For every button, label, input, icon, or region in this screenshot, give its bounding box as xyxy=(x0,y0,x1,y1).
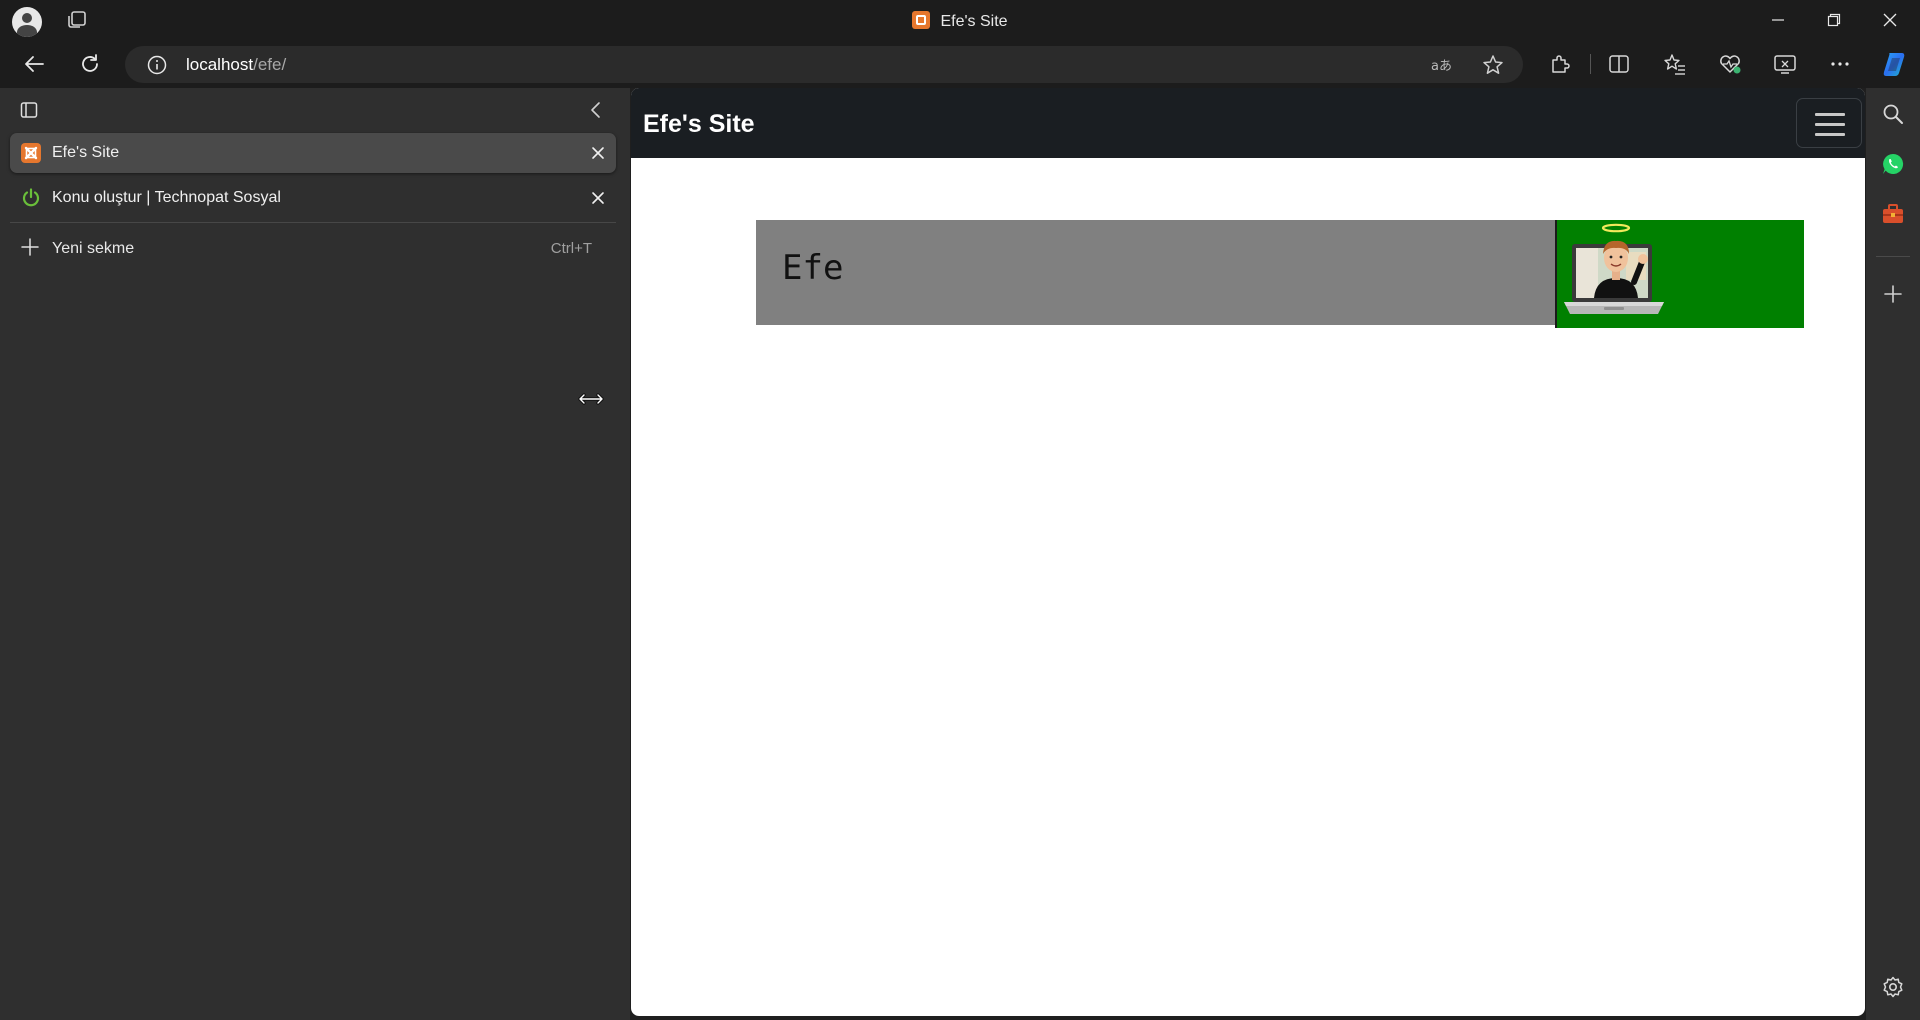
minimize-icon xyxy=(1772,19,1784,21)
search-icon[interactable] xyxy=(1881,102,1905,126)
tab-label: Konu oluştur | Technopat Sosyal xyxy=(52,189,281,206)
tab-actions-menu-icon[interactable] xyxy=(20,101,38,119)
settings-icon[interactable] xyxy=(1881,975,1905,999)
more-icon[interactable] xyxy=(1828,52,1852,76)
favorite-star-icon[interactable] xyxy=(1482,54,1504,76)
browser-essentials-icon[interactable] xyxy=(1718,52,1742,76)
url-text[interactable]: localhost/efe/ xyxy=(186,55,286,75)
whatsapp-icon[interactable] xyxy=(1881,152,1905,176)
hamburger-line xyxy=(1815,133,1845,136)
favorites-icon[interactable] xyxy=(1663,52,1687,76)
vertical-tabs-panel: Efe's Site Konu oluştur | Technopat Sosy… xyxy=(0,88,630,1020)
close-window-button[interactable] xyxy=(1862,0,1918,40)
add-icon[interactable] xyxy=(1881,282,1905,306)
vertical-tabs-header xyxy=(0,88,630,132)
back-arrow-icon xyxy=(25,56,44,72)
edge-sidebar xyxy=(1866,88,1920,1020)
window-title: Efe's Site xyxy=(0,11,1920,31)
copilot-icon[interactable] xyxy=(1880,49,1910,79)
site-navbar: Efe's Site xyxy=(631,88,1865,158)
sidebar-divider xyxy=(1876,256,1910,257)
screenshot-icon[interactable] xyxy=(1773,52,1797,76)
minimize-button[interactable] xyxy=(1750,0,1806,40)
window-titlebar: Efe's Site xyxy=(0,0,1920,40)
site-brand[interactable]: Efe's Site xyxy=(643,110,755,139)
refresh-button[interactable] xyxy=(74,48,106,80)
svg-text:aあ: aあ xyxy=(1431,59,1452,74)
address-toolbar: localhost/efe/ aあ xyxy=(0,40,1920,88)
xampp-icon xyxy=(912,11,931,29)
refresh-icon xyxy=(82,54,98,72)
hero-avatar-box xyxy=(1555,220,1804,328)
new-tab-label: Yeni sekme xyxy=(52,240,135,257)
toolbar-divider xyxy=(1590,54,1591,74)
navbar-toggler-button[interactable] xyxy=(1796,98,1862,148)
new-tab-shortcut: Ctrl+T xyxy=(550,240,592,257)
close-tab-icon[interactable] xyxy=(590,190,606,206)
read-aloud-icon[interactable]: aあ xyxy=(1431,54,1453,76)
extensions-icon[interactable] xyxy=(1548,52,1572,76)
plus-icon xyxy=(21,238,39,256)
address-bar[interactable]: localhost/efe/ aあ xyxy=(125,46,1523,83)
back-button[interactable] xyxy=(18,48,50,80)
tab-label: Efe's Site xyxy=(52,144,120,161)
resize-cursor-icon xyxy=(578,393,604,405)
split-screen-icon[interactable] xyxy=(1607,52,1631,76)
collapse-pane-icon[interactable] xyxy=(588,100,604,120)
tab-technopat[interactable]: Konu oluştur | Technopat Sosyal xyxy=(10,178,616,218)
restore-button[interactable] xyxy=(1806,0,1862,40)
hamburger-line xyxy=(1815,113,1845,116)
new-tab-button[interactable]: Yeni sekme Ctrl+T xyxy=(10,230,616,266)
close-icon xyxy=(1883,13,1897,27)
power-icon xyxy=(22,188,40,207)
hamburger-line xyxy=(1815,123,1845,126)
tab-efes-site[interactable]: Efe's Site xyxy=(10,133,616,173)
restore-icon xyxy=(1827,13,1841,27)
hero-name-box: Efe xyxy=(756,220,1555,325)
hero-banner: Efe xyxy=(756,220,1804,328)
xampp-icon xyxy=(21,143,41,163)
close-tab-icon[interactable] xyxy=(590,145,606,161)
tools-icon[interactable] xyxy=(1881,202,1905,226)
page-viewport: Efe's Site Efe xyxy=(631,88,1865,1016)
info-icon[interactable] xyxy=(147,55,167,75)
hero-name: Efe xyxy=(782,248,844,288)
tabs-divider xyxy=(10,222,616,223)
avatar-laptop-image xyxy=(1564,223,1664,314)
